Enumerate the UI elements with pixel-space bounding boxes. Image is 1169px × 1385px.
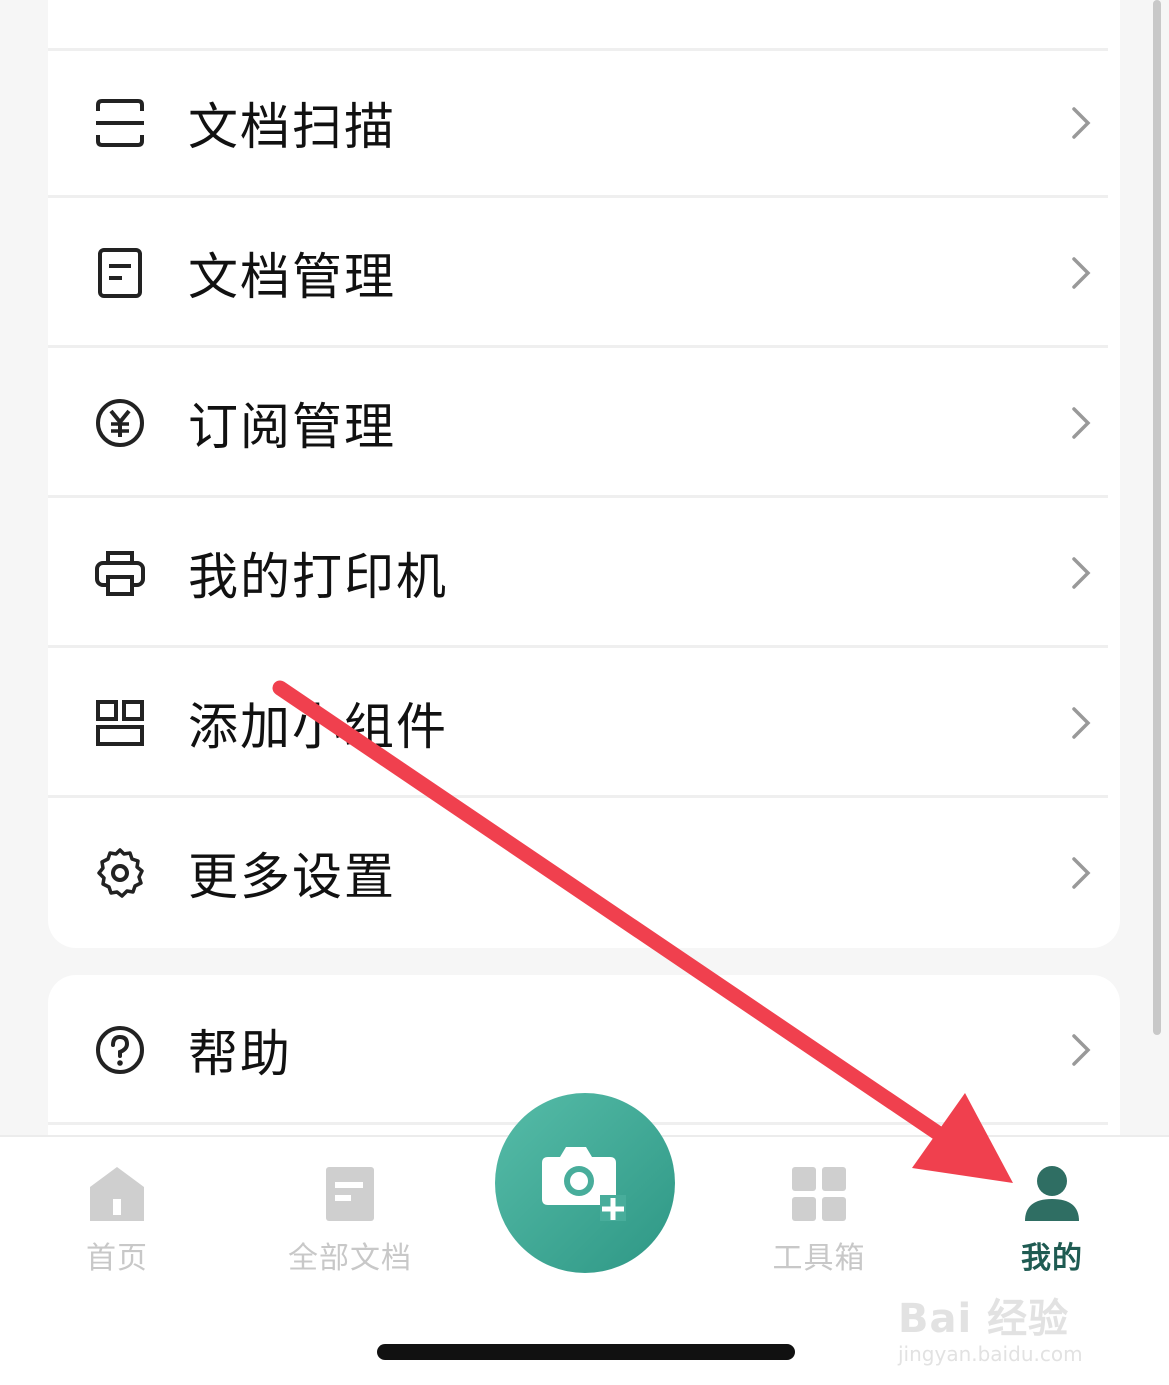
- chevron-right-icon: [1072, 107, 1091, 139]
- chevron-right-icon: [1072, 857, 1091, 889]
- tab-all-documents[interactable]: 全部文档: [270, 1165, 430, 1285]
- yen-icon: [96, 399, 144, 447]
- tab-label: 我的: [1021, 1241, 1083, 1276]
- profile-icon: [1025, 1166, 1079, 1221]
- chevron-right-icon: [1072, 557, 1091, 589]
- chevron-right-icon: [1072, 707, 1091, 739]
- chevron-right-icon: [1072, 1034, 1091, 1066]
- widget-icon: [96, 700, 144, 746]
- camera-plus-icon: [542, 1147, 626, 1221]
- watermark-url: jingyan.baidu.com: [898, 1342, 1083, 1366]
- scrollbar[interactable]: [1153, 0, 1161, 1035]
- tab-label: 全部文档: [288, 1241, 412, 1276]
- menu-item-label: 文档管理: [188, 248, 396, 306]
- menu-item-label: 我的打印机: [188, 548, 448, 606]
- gear-icon: [97, 848, 144, 898]
- settings-card: 文档扫描 文档管理 订阅管理 我的打印机 添加小组件 更多设置: [48, 0, 1120, 948]
- printer-icon: [95, 551, 145, 596]
- tab-home[interactable]: 首页: [37, 1165, 197, 1285]
- tab-label: 首页: [86, 1241, 148, 1276]
- menu-item-label: 添加小组件: [188, 698, 448, 756]
- menu-item-subscription[interactable]: 订阅管理: [48, 348, 1108, 498]
- menu-item-label: 文档扫描: [188, 98, 396, 156]
- menu-item-label: 帮助: [188, 1025, 292, 1083]
- menu-item-label: 更多设置: [188, 848, 396, 906]
- camera-button[interactable]: [495, 1093, 675, 1273]
- toolbox-icon: [792, 1167, 846, 1221]
- menu-item-more-settings[interactable]: 更多设置: [48, 798, 1108, 948]
- document-icon: [98, 248, 142, 298]
- chevron-right-icon: [1072, 257, 1091, 289]
- documents-icon: [326, 1167, 374, 1221]
- divider: [48, 48, 1108, 51]
- menu-item-widget[interactable]: 添加小组件: [48, 648, 1108, 798]
- menu-item-label: 订阅管理: [188, 398, 396, 456]
- menu-item-scan[interactable]: 文档扫描: [48, 48, 1108, 198]
- tab-toolbox[interactable]: 工具箱: [739, 1165, 899, 1285]
- home-icon: [90, 1167, 144, 1221]
- watermark: Bai 经验 jingyan.baidu.com: [898, 1286, 1118, 1366]
- help-icon: [96, 1026, 144, 1074]
- tab-mine[interactable]: 我的: [972, 1165, 1132, 1285]
- menu-item-printer[interactable]: 我的打印机: [48, 498, 1108, 648]
- home-indicator[interactable]: [377, 1344, 795, 1360]
- scan-icon: [96, 99, 144, 147]
- menu-item-documents[interactable]: 文档管理: [48, 198, 1108, 348]
- watermark-logo-text: Bai 经验: [898, 1296, 1070, 1342]
- tab-label: 工具箱: [772, 1241, 866, 1276]
- chevron-right-icon: [1072, 407, 1091, 439]
